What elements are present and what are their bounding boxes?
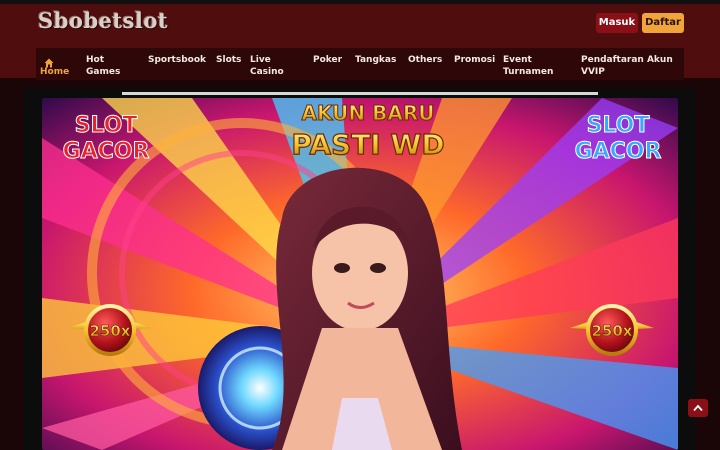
svg-text:SLOT: SLOT: [587, 113, 650, 138]
carousel-progress: [122, 92, 598, 95]
register-button[interactable]: Daftar: [642, 13, 684, 33]
svg-text:GACOR: GACOR: [63, 139, 150, 164]
svg-text:SLOT: SLOT: [75, 113, 138, 138]
promo-banner[interactable]: AKUN BARU PASTI WD SLOT GACOR SLOT GACOR…: [42, 98, 678, 450]
scroll-to-top-button[interactable]: [688, 399, 708, 417]
nav-item-tangkas[interactable]: Tangkas: [355, 54, 396, 66]
nav-item-poker[interactable]: Poker: [313, 54, 342, 66]
nav-item-promosi[interactable]: Promosi: [454, 54, 495, 66]
site-header: Sbobetslot Masuk Daftar Home Hot Games S…: [0, 4, 720, 80]
left-slot-gacor-badge: SLOT GACOR: [62, 113, 150, 165]
nav-item-slots[interactable]: Slots: [216, 54, 241, 66]
site-logo[interactable]: Sbobetslot: [38, 8, 168, 33]
nav-item-live-casino[interactable]: Live Casino: [250, 54, 286, 78]
headline-badge: AKUN BARU PASTI WD: [291, 101, 445, 162]
nav-item-vvip-registration[interactable]: Pendaftaran Akun VVIP: [581, 54, 681, 78]
svg-text:GACOR: GACOR: [575, 139, 662, 164]
login-button[interactable]: Masuk: [596, 13, 638, 33]
nav-item-others[interactable]: Others: [408, 54, 442, 66]
nav-item-sportsbook[interactable]: Sportsbook: [148, 54, 206, 66]
nav-item-hot-games[interactable]: Hot Games: [86, 54, 126, 78]
home-icon[interactable]: [44, 53, 54, 68]
headline-line1: AKUN BARU: [302, 101, 435, 125]
headline-line2: PASTI WD: [291, 128, 444, 161]
chevron-up-icon: [693, 404, 703, 412]
svg-text:250x: 250x: [90, 322, 131, 340]
svg-text:250x: 250x: [592, 322, 633, 340]
nav-item-home[interactable]: Home: [40, 66, 69, 78]
main-nav: Home Hot Games Sportsbook Slots Live Cas…: [36, 48, 684, 80]
nav-item-event-turnamen[interactable]: Event Turnamen: [503, 54, 559, 78]
right-slot-gacor-badge: SLOT GACOR: [574, 113, 662, 165]
